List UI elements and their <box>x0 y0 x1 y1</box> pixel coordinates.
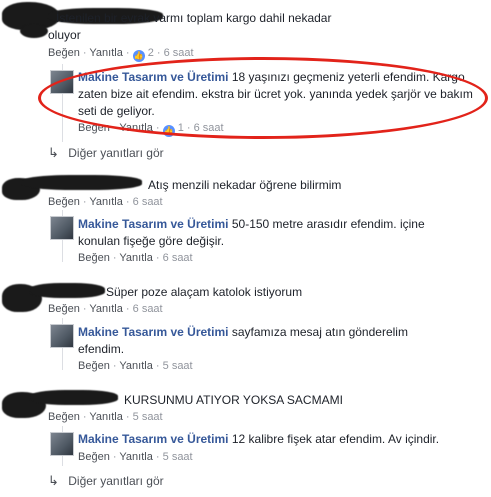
avatar[interactable] <box>50 70 74 94</box>
reply-button[interactable]: Yanıtla <box>89 303 122 315</box>
comment-text: KURSUNMU ATIYOR YOKSA SACMAMI <box>124 393 343 407</box>
timestamp[interactable]: 6 saat <box>133 303 163 315</box>
reply-text: Makine Tasarım ve Üretimi 18 yaşınızı ge… <box>78 69 478 120</box>
reply-body: 12 kalibre fişek atar efendim. Av içindi… <box>231 432 440 446</box>
timestamp[interactable]: 6 saat <box>163 252 193 264</box>
avatar[interactable] <box>50 216 74 240</box>
comment-actions: Beğen · Yanıtla · 6 saat <box>48 196 163 208</box>
redacted-commenter-name <box>20 24 48 38</box>
comment-actions: Beğen · Yanıtla · 👍 2 · 6 saat <box>48 47 194 62</box>
reply-button[interactable]: Yanıtla <box>119 252 152 264</box>
timestamp[interactable]: 5 saat <box>133 411 163 423</box>
like-button[interactable]: Beğen <box>78 451 110 463</box>
reply-actions: Beğen · Yanıtla · 5 saat <box>78 451 193 463</box>
reply-author[interactable]: Makine Tasarım ve Üretimi <box>78 70 229 84</box>
like-reaction-icon[interactable]: 👍 <box>132 50 145 62</box>
like-button[interactable]: Beğen <box>78 252 110 264</box>
reply-author[interactable]: Makine Tasarım ve Üretimi <box>78 325 229 339</box>
reply-button[interactable]: Yanıtla <box>89 47 122 59</box>
reply-text: Makine Tasarım ve Üretimi 50-150 metre a… <box>78 216 468 250</box>
like-button[interactable]: Beğen <box>78 122 110 134</box>
like-button[interactable]: Beğen <box>48 411 80 423</box>
comment-actions: Beğen · Yanıtla · 6 saat <box>48 303 163 315</box>
reply-button[interactable]: Yanıtla <box>119 360 152 372</box>
like-button[interactable]: Beğen <box>48 47 80 59</box>
reaction-count[interactable]: 1 <box>178 122 184 134</box>
reply-actions: Beğen · Yanıtla · 👍 1 · 6 saat <box>78 122 224 137</box>
reply-actions: Beğen · Yanıtla · 6 saat <box>78 252 193 264</box>
reply-author[interactable]: Makine Tasarım ve Üretimi <box>78 217 229 231</box>
comment-actions: Beğen · Yanıtla · 5 saat <box>48 411 163 423</box>
reply-text: Makine Tasarım ve Üretimi 12 kalibre fiş… <box>78 431 478 448</box>
reply-button[interactable]: Yanıtla <box>89 411 122 423</box>
reply-button[interactable]: Yanıtla <box>119 451 152 463</box>
timestamp[interactable]: 6 saat <box>194 122 224 134</box>
reply-text: Makine Tasarım ve Üretimi sayfamıza mesa… <box>78 324 438 358</box>
timestamp[interactable]: 5 saat <box>163 451 193 463</box>
redacted-commenter-name <box>22 175 142 190</box>
like-button[interactable]: Beğen <box>48 196 80 208</box>
redacted-commenter-name <box>30 390 118 405</box>
reply-author[interactable]: Makine Tasarım ve Üretimi <box>78 432 229 446</box>
reply-actions: Beğen · Yanıtla · 5 saat <box>78 360 193 372</box>
reply-button[interactable]: Yanıtla <box>89 196 122 208</box>
comment-text: Atış menzili nekadar öğrene bilirmim <box>148 178 342 192</box>
reply-arrow-icon: ↳ <box>48 145 59 160</box>
more-replies-link[interactable]: ↳ Diğer yanıtları gör <box>48 473 164 489</box>
timestamp[interactable]: 6 saat <box>133 196 163 208</box>
redacted-commenter-name <box>30 283 105 298</box>
like-reaction-icon[interactable]: 👍 <box>162 125 175 137</box>
comment-text: Süper poze alaçam katolok istiyorum <box>106 285 303 299</box>
more-replies-link[interactable]: ↳ Diğer yanıtları gör <box>48 145 164 161</box>
reply-button[interactable]: Yanıtla <box>119 122 152 134</box>
avatar[interactable] <box>50 432 74 456</box>
reply-arrow-icon: ↳ <box>48 473 59 488</box>
reaction-count[interactable]: 2 <box>148 47 154 59</box>
timestamp[interactable]: 5 saat <box>163 360 193 372</box>
timestamp[interactable]: 6 saat <box>164 47 194 59</box>
avatar[interactable] <box>50 324 74 348</box>
like-button[interactable]: Beğen <box>78 360 110 372</box>
comment-text: İstenilen bir evrak varmı toplam kargo d… <box>48 11 332 42</box>
like-button[interactable]: Beğen <box>48 303 80 315</box>
